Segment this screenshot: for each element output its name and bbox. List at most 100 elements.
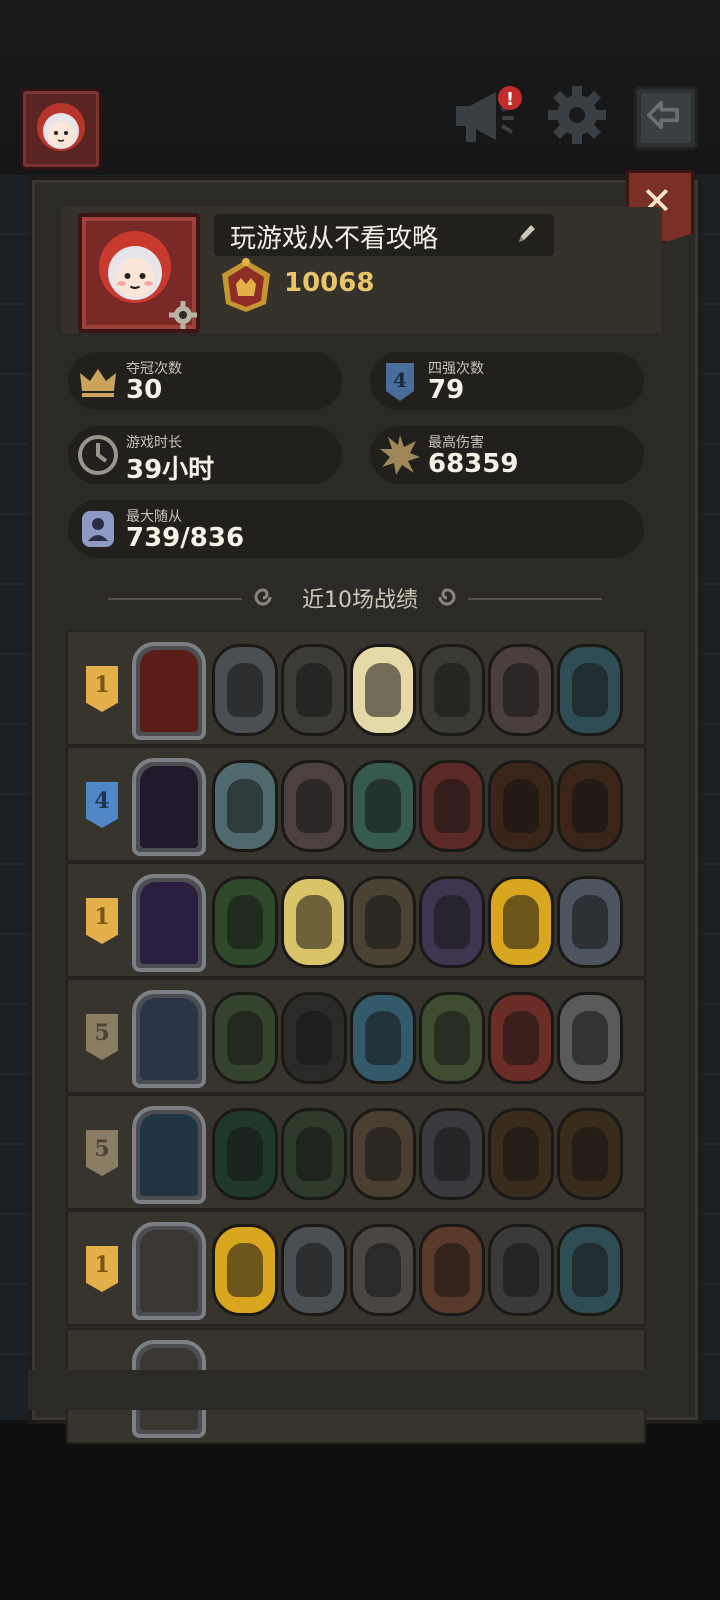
edit-name-pencil-icon[interactable] [516,222,538,246]
placement-number: 5 [94,1020,110,1046]
panel-bottom-edge [28,1370,694,1410]
minion-portrait [281,876,347,968]
back-button[interactable] [634,86,698,150]
placement-number: 4 [94,788,110,814]
stat-max-damage: 最高伤害 68359 [370,426,644,484]
clock-icon [78,435,118,475]
stat-championships: 夺冠次数 30 [68,352,342,410]
stat-value: 30 [126,375,163,405]
gear-icon[interactable] [546,84,608,146]
minion-portrait [488,644,554,736]
minion-portrait [488,1108,554,1200]
minion-portrait [488,876,554,968]
minion-portrait [281,992,347,1084]
minion-portrait [419,992,485,1084]
match-row[interactable]: 5 [66,978,646,1094]
damage-burst-icon [380,435,420,475]
minion-portrait [281,1108,347,1200]
minion-silhouette [503,1127,539,1181]
minion-portrait [350,876,416,968]
minion-portrait [212,760,278,852]
minion-silhouette [434,895,470,949]
minion-portrait [281,1224,347,1316]
match-row[interactable]: 1 [66,1210,646,1326]
minion-portrait [557,644,623,736]
minion-silhouette [503,663,539,717]
minion-silhouette [296,779,332,833]
stat-top4: 4 四强次数 79 [370,352,644,410]
crown-icon [80,369,116,397]
minion-portrait [488,1224,554,1316]
minion-portrait [212,1224,278,1316]
minion-portrait [488,992,554,1084]
placement-badge: 1 [86,898,118,944]
minion-silhouette [572,663,608,717]
minion-silhouette [365,1127,401,1181]
minion-silhouette [503,895,539,949]
minion-silhouette [227,663,263,717]
placement-badge: 4 [86,782,118,828]
minion-silhouette [365,895,401,949]
top-avatar-button[interactable] [20,88,102,170]
minion-portrait [212,876,278,968]
minion-portrait [557,1224,623,1316]
match-row[interactable]: 1 [66,630,646,746]
minion-silhouette [434,1011,470,1065]
placement-number: 1 [94,1252,110,1278]
hero-portrait-art [140,1114,198,1196]
hero-portrait [132,758,206,856]
minion-portrait [419,760,485,852]
minion-portrait [350,1108,416,1200]
minion-portrait [419,876,485,968]
minion-portrait [419,644,485,736]
minion-portrait-icon [82,511,114,547]
minion-portrait [488,760,554,852]
minion-silhouette [572,1011,608,1065]
minion-silhouette [572,895,608,949]
minion-silhouette [572,779,608,833]
minion-silhouette [227,1243,263,1297]
megaphone-icon[interactable]: ! [452,84,522,146]
minion-silhouette [365,779,401,833]
hero-portrait-art [140,1230,198,1312]
stat-max-minions: 最大随从 739/836 [68,500,644,558]
minion-silhouette [572,1127,608,1181]
stat-value: 739/836 [126,523,245,553]
player-name: 玩游戏从不看攻略 [230,224,439,254]
stat-value: 68359 [428,449,519,479]
minion-portrait [557,760,623,852]
minion-portrait [419,1108,485,1200]
match-row[interactable]: 5 [66,1094,646,1210]
hooded-girl-avatar-icon [37,103,85,151]
avatar-settings-gear-icon[interactable] [168,300,198,330]
minion-silhouette [227,895,263,949]
minion-portrait [281,644,347,736]
swirl-ornament-icon [438,588,456,606]
divider-right [468,598,602,600]
hero-portrait [132,874,206,972]
top4-shield-icon: 4 [386,363,414,401]
minion-silhouette [434,779,470,833]
minion-silhouette [503,779,539,833]
top-background [0,0,720,175]
minion-silhouette [296,1127,332,1181]
placement-number: 1 [94,672,110,698]
placement-badge: 1 [86,666,118,712]
match-row[interactable]: 4 [66,746,646,862]
minion-portrait [212,992,278,1084]
hero-portrait-art [140,998,198,1080]
hero-portrait-art [140,766,198,848]
minion-silhouette [572,1243,608,1297]
minion-silhouette [503,1011,539,1065]
player-score: 10068 [284,268,375,298]
match-row[interactable]: 1 [66,862,646,978]
placement-badge: 1 [86,1246,118,1292]
minion-portrait [212,1108,278,1200]
minion-silhouette [434,1243,470,1297]
placement-number: 5 [94,1136,110,1162]
stat-value: 39小时 [126,455,215,485]
minion-silhouette [296,663,332,717]
minion-portrait [557,992,623,1084]
minion-portrait [419,1224,485,1316]
minion-silhouette [365,1011,401,1065]
